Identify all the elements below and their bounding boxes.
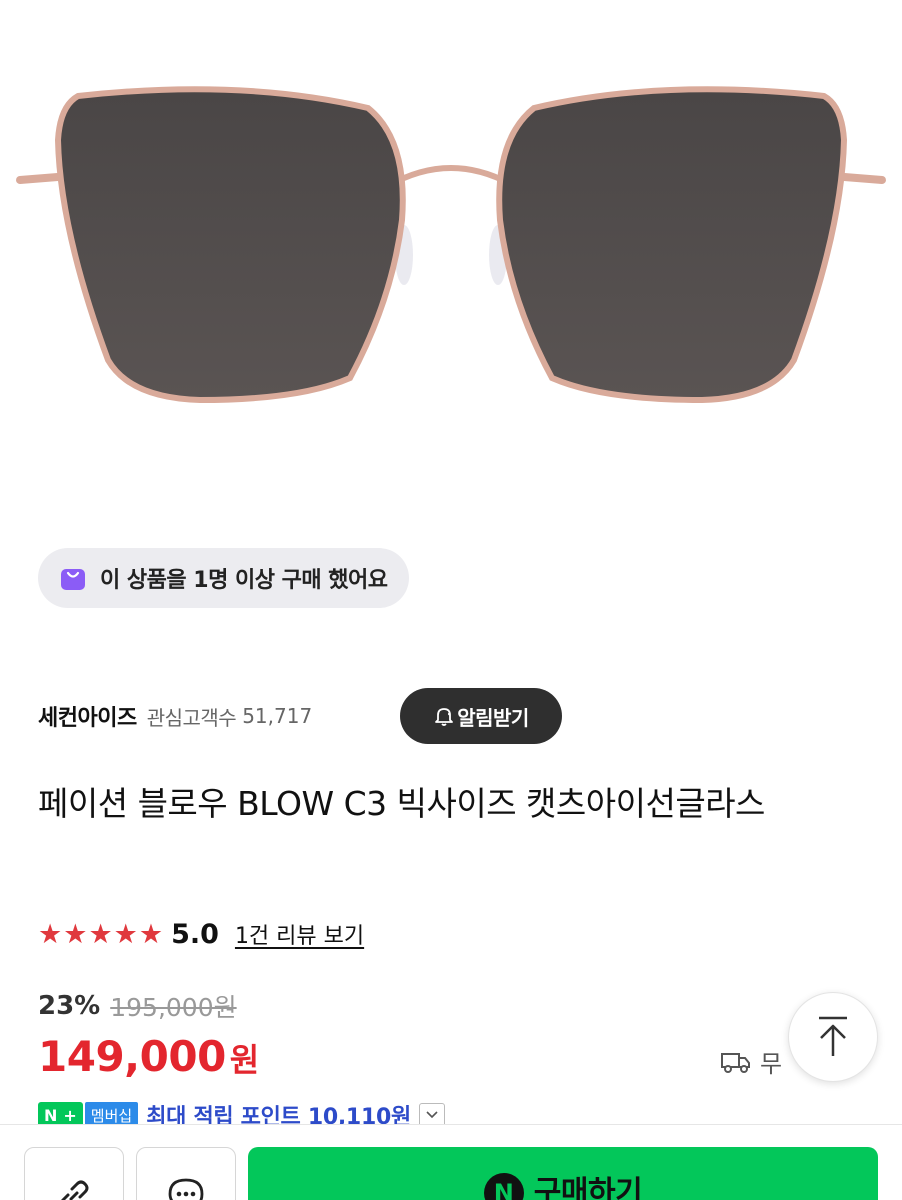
product-title: 페이션 블로우 BLOW C3 빅사이즈 캣츠아이선글라스	[38, 784, 765, 823]
share-button[interactable]	[24, 1147, 124, 1200]
arrow-up-icon	[815, 1016, 851, 1058]
alert-button-label: 알림받기	[457, 705, 529, 730]
followers-count: 51,717	[242, 704, 313, 728]
buy-button[interactable]: N 구매하기	[248, 1147, 878, 1200]
star-icon: ★	[38, 918, 63, 950]
bottom-action-bar: N 구매하기	[0, 1124, 902, 1200]
link-icon	[54, 1176, 94, 1200]
chat-icon	[166, 1176, 206, 1200]
rating-value: 5.0	[171, 918, 219, 950]
review-link[interactable]: 1건 리뷰 보기	[235, 918, 364, 950]
plus-sign: +	[63, 1105, 77, 1125]
buyer-count-text: 이 상품을 1명 이상 구매 했어요	[100, 568, 388, 593]
discount-percent: 23%	[38, 991, 101, 1021]
rating-stars: ★ ★ ★ ★ ★	[38, 921, 163, 948]
shipping-info: 무	[720, 1044, 782, 1079]
npay-icon: N	[483, 1173, 524, 1200]
shipping-text: 무	[760, 1050, 783, 1078]
store-name[interactable]: 세컨아이즈	[38, 700, 137, 732]
buyer-count-badge: 이 상품을 1명 이상 구매 했어요	[38, 548, 410, 608]
star-icon: ★	[63, 918, 88, 950]
star-icon: ★	[113, 918, 138, 950]
truck-icon	[720, 1048, 752, 1076]
product-image[interactable]	[0, 0, 902, 520]
star-icon: ★	[88, 918, 113, 950]
original-price: 195,000원	[110, 993, 237, 1022]
price-value: 149,000	[38, 1032, 226, 1081]
store-info: 세컨아이즈 관심고객수 51,717 알림받기	[38, 688, 562, 744]
price-unit: 원	[229, 1041, 260, 1079]
star-icon: ★	[138, 918, 164, 950]
discount-row: 23% 195,000원	[38, 986, 237, 1026]
n-badge-letter: N	[44, 1105, 58, 1125]
bag-icon	[60, 565, 86, 591]
buy-button-label: 구매하기	[533, 1175, 643, 1200]
sunglasses-illustration	[16, 86, 886, 404]
chat-button[interactable]	[136, 1147, 236, 1200]
sale-price: 149,000 원	[38, 1032, 259, 1092]
alert-subscribe-button[interactable]: 알림받기	[400, 688, 562, 744]
rating-row: ★ ★ ★ ★ ★ 5.0 1건 리뷰 보기	[38, 912, 364, 956]
followers-label: 관심고객수	[146, 705, 237, 730]
bell-icon	[433, 705, 455, 727]
scroll-to-top-button[interactable]	[788, 992, 878, 1082]
